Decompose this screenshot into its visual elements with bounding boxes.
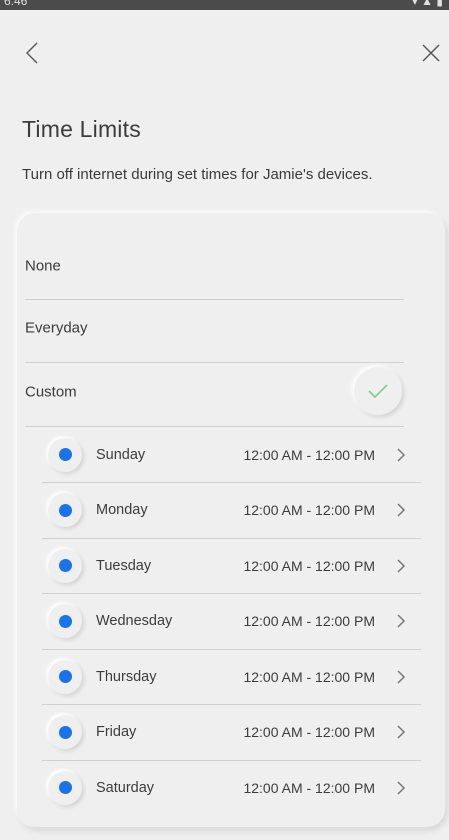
day-name: Tuesday [96, 557, 152, 574]
selected-check-button[interactable] [354, 367, 402, 415]
day-toggle[interactable] [48, 770, 82, 805]
status-time: 6:46 [4, 0, 28, 8]
option-label: Custom [25, 383, 77, 401]
page-subtitle: Turn off internet during set times for J… [22, 166, 373, 183]
day-toggle[interactable] [48, 659, 82, 694]
day-name: Wednesday [96, 613, 173, 629]
day-row-wednesday[interactable]: Wednesday 12:00 AM - 12:00 PM [42, 594, 421, 650]
toggle-dot [58, 670, 72, 683]
day-name: Friday [96, 724, 137, 740]
day-name: Thursday [96, 668, 157, 685]
chevron-left-icon[interactable] [20, 38, 44, 68]
status-icons: ▾ ▲ ▮ [411, 0, 443, 8]
day-time-range: 12:00 AM - 12:00 PM [243, 779, 375, 796]
toggle-dot [58, 725, 72, 739]
day-name: Saturday [96, 779, 155, 796]
toggle-dot [58, 448, 72, 461]
chevron-right-icon [395, 780, 407, 796]
close-icon[interactable] [419, 38, 443, 68]
toggle-dot [58, 614, 72, 628]
status-bar: 6:46 ▾ ▲ ▮ [0, 0, 449, 10]
chevron-right-icon [395, 613, 407, 629]
day-time-range: 12:00 AM - 12:00 PM [243, 502, 375, 518]
chevron-right-icon [395, 502, 407, 518]
option-everyday[interactable]: Everyday [25, 300, 404, 363]
option-label: Everyday [25, 319, 88, 337]
day-row-sunday[interactable]: Sunday 12:00 AM - 12:00 PM [42, 427, 421, 483]
day-toggle[interactable] [48, 437, 82, 472]
toggle-dot [58, 781, 72, 794]
chevron-right-icon [395, 724, 407, 740]
day-row-monday[interactable]: Monday 12:00 AM - 12:00 PM [42, 483, 421, 539]
option-none[interactable]: None [25, 237, 404, 300]
day-time-range: 12:00 AM - 12:00 PM [243, 446, 375, 463]
chevron-right-icon [395, 558, 407, 574]
day-row-saturday[interactable]: Saturday 12:00 AM - 12:00 PM [42, 760, 421, 815]
option-custom[interactable]: Custom [25, 363, 404, 427]
toggle-dot [58, 559, 72, 572]
day-time-range: 12:00 AM - 12:00 PM [243, 613, 375, 629]
day-row-tuesday[interactable]: Tuesday 12:00 AM - 12:00 PM [42, 538, 421, 594]
day-name: Sunday [96, 446, 146, 463]
page-title: Time Limits [22, 116, 141, 142]
day-toggle[interactable] [48, 604, 82, 638]
toggle-dot [58, 503, 72, 517]
option-label: None [25, 257, 61, 275]
day-row-thursday[interactable]: Thursday 12:00 AM - 12:00 PM [42, 649, 421, 705]
chevron-right-icon [395, 447, 407, 463]
day-time-range: 12:00 AM - 12:00 PM [243, 668, 375, 685]
day-name: Monday [96, 502, 148, 518]
day-toggle[interactable] [48, 548, 82, 583]
day-toggle[interactable] [48, 715, 82, 749]
day-time-range: 12:00 AM - 12:00 PM [243, 557, 375, 574]
chevron-right-icon [395, 669, 407, 685]
day-row-friday[interactable]: Friday 12:00 AM - 12:00 PM [42, 705, 421, 761]
check-icon [368, 384, 388, 399]
day-toggle[interactable] [48, 493, 82, 527]
day-time-range: 12:00 AM - 12:00 PM [243, 724, 375, 740]
